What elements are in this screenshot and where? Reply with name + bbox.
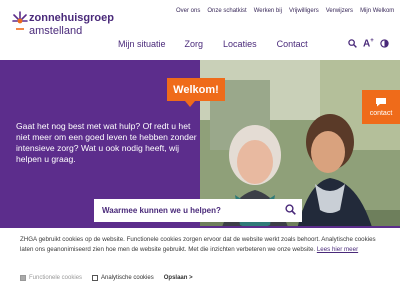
contact-tab-label: contact [369, 110, 393, 117]
logo-mark-icon [12, 11, 28, 30]
nav-contact[interactable]: Contact [277, 39, 308, 49]
chat-icon [376, 98, 386, 107]
utility-nav: Over ons Onze schatkist Werken bij Vrijw… [176, 8, 394, 14]
analytics-cookies-option[interactable]: Analytische cookies [92, 275, 154, 281]
text-size-button[interactable]: A+ [363, 38, 374, 49]
util-link-verwijzers[interactable]: Verwijzers [326, 8, 353, 14]
cookie-options: Functionele cookies Analytische cookies … [20, 275, 193, 281]
hero-intro-text: Gaat het nog best met wat hulp? Of redt … [16, 121, 197, 164]
search-input[interactable] [102, 206, 278, 215]
contact-tab[interactable]: contact [362, 90, 400, 124]
nav-mijn-situatie[interactable]: Mijn situatie [118, 39, 166, 49]
header-tools: A+ [348, 38, 389, 49]
cookie-text: ZHGA gebruikt cookies op de website. Fun… [20, 235, 380, 255]
functional-cookies-checkbox [20, 275, 26, 281]
functional-cookies-option: Functionele cookies [20, 275, 82, 281]
analytics-cookies-label: Analytische cookies [101, 275, 154, 281]
cookie-banner: ZHGA gebruikt cookies op de website. Fun… [0, 226, 400, 300]
util-link-mijn-welkom[interactable]: Mijn Welkom [360, 8, 394, 14]
welcome-badge: Welkom! [167, 78, 225, 107]
text-size-sup: + [370, 38, 374, 44]
logo-text-line2: amstelland [29, 25, 83, 37]
nav-zorg[interactable]: Zorg [185, 39, 204, 49]
search-icon[interactable] [285, 204, 296, 215]
read-more-link[interactable]: Lees hier meer [317, 246, 358, 253]
logo[interactable]: zonnehuisgroep amstelland [12, 10, 122, 50]
functional-cookies-label: Functionele cookies [29, 275, 83, 281]
util-link-werken-bij[interactable]: Werken bij [254, 8, 282, 14]
util-link-over-ons[interactable]: Over ons [176, 8, 200, 14]
contrast-icon[interactable] [380, 39, 389, 48]
save-button[interactable]: Opslaan > [164, 275, 193, 281]
search-icon[interactable] [348, 39, 357, 49]
nav-locaties[interactable]: Locaties [223, 39, 257, 49]
search-bar[interactable] [94, 199, 302, 222]
util-link-vrijwilligers[interactable]: Vrijwilligers [289, 8, 319, 14]
main-nav: Mijn situatie Zorg Locaties Contact [118, 39, 308, 49]
util-link-onze-schatkist[interactable]: Onze schatkist [207, 8, 246, 14]
analytics-cookies-checkbox[interactable] [92, 275, 99, 281]
header: zonnehuisgroep amstelland Over ons Onze … [0, 0, 400, 60]
logo-text-line1: zonnehuisgroep [29, 12, 114, 24]
